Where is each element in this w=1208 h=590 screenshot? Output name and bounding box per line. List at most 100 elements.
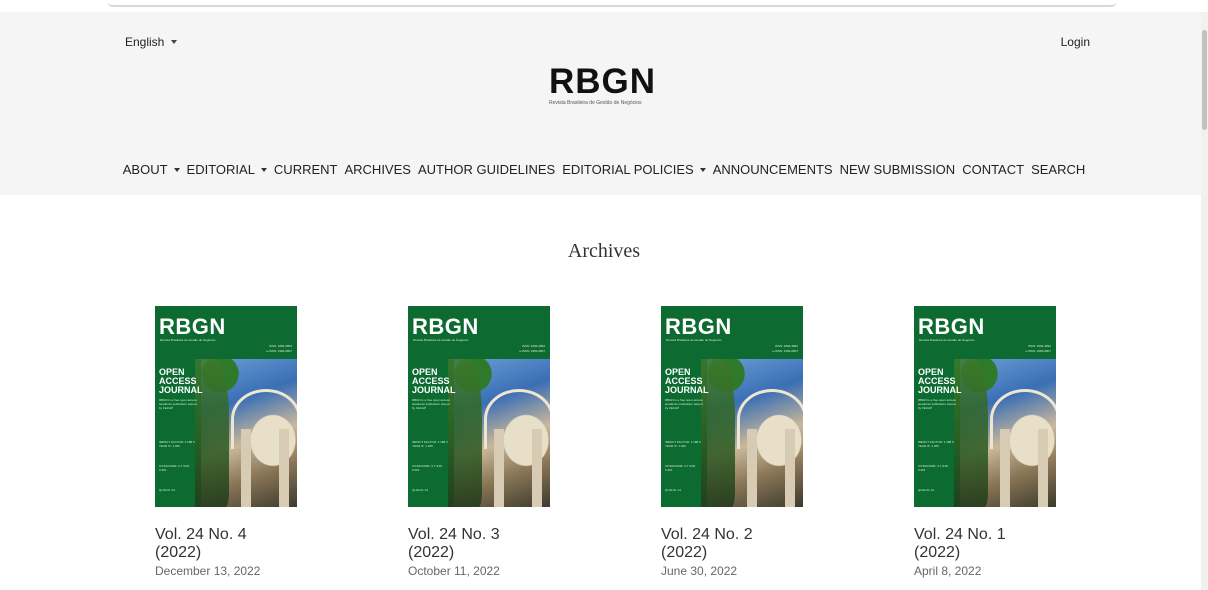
cover-publisher-note: RBGN is a free open access academic publ… [412, 398, 450, 410]
cover-qualis: QUALIS: A1 [159, 488, 176, 492]
cover-issn-print: ISSN: 1806-4892 [521, 344, 545, 348]
cover-photo-column [785, 429, 795, 507]
issue-volume: Vol. 24 No. 1 [914, 526, 1006, 543]
cover-issn-print: ISSN: 1806-4892 [1027, 344, 1051, 348]
nav-item-label: CONTACT [962, 162, 1025, 177]
issue-title-link[interactable]: Vol. 24 No. 4 (2022) [155, 526, 335, 562]
cover-photo [448, 359, 550, 507]
nav-item-contact[interactable]: CONTACT [962, 162, 1024, 177]
cover-qualis: QUALIS: A1 [918, 488, 935, 492]
cover-photo-tree [448, 359, 482, 507]
issue-year: (2022) [408, 544, 455, 561]
cover-title: RBGN [159, 314, 226, 339]
nav-item-label: AUTHOR GUIDELINES [417, 162, 556, 177]
issue-title-link[interactable]: Vol. 24 No. 3 (2022) [408, 526, 588, 562]
nav-item-label: CURRENT [273, 162, 338, 177]
issue-cover-image[interactable]: RBGN Revista Brasileira de Gestão de Neg… [408, 306, 550, 507]
chevron-down-icon [171, 40, 178, 44]
cover-subtitle: Revista Brasileira de Gestão de Negócios [919, 338, 975, 342]
cover-issn-print: ISSN: 1806-4892 [268, 344, 292, 348]
cover-subtitle: Revista Brasileira de Gestão de Negócios [666, 338, 722, 342]
cover-title: RBGN [665, 314, 732, 339]
issue-date: June 30, 2022 [661, 564, 738, 578]
login-link[interactable]: Login [1061, 35, 1090, 49]
nav-item-label: EDITORIAL POLICIES [562, 162, 694, 177]
cover-photo-column [1000, 429, 1010, 507]
nav-item-author-guidelines[interactable]: AUTHOR GUIDELINES [418, 162, 555, 177]
cover-impact-factor: IMPACT FACTOR: 1.188 5 YEAR IF: 1.406 [159, 440, 195, 448]
cover-citescore: CITESCORE: 3.7 SJR: 0.361 [159, 464, 190, 472]
cover-title: RBGN [918, 314, 985, 339]
chevron-down-icon [699, 167, 706, 172]
site-header: English Login RBGN Revista Brasileira de… [0, 12, 1201, 195]
chevron-down-icon [260, 167, 267, 172]
page-title: Archives [567, 240, 641, 262]
chevron-down-icon [173, 167, 180, 172]
cover-photo [195, 359, 297, 507]
site-logo[interactable]: RBGN Revista Brasileira de Gestão de Neg… [549, 62, 669, 106]
cover-citescore: CITESCORE: 3.7 SJR: 0.361 [665, 464, 696, 472]
cover-qualis: QUALIS: A1 [412, 488, 429, 492]
issue-volume: Vol. 24 No. 2 [661, 526, 753, 543]
issue-cover-image[interactable]: RBGN Revista Brasileira de Gestão de Neg… [914, 306, 1056, 507]
nav-item-label: ABOUT [122, 162, 168, 177]
cover-title: RBGN [412, 314, 479, 339]
nav-item-about[interactable]: ABOUT [123, 162, 180, 177]
nav-item-label: NEW SUBMISSION [839, 162, 956, 177]
issue-year: (2022) [661, 544, 708, 561]
cover-impact-factor: IMPACT FACTOR: 1.188 5 YEAR IF: 1.406 [412, 440, 448, 448]
cover-photo-column [532, 429, 542, 507]
nav-item-archives[interactable]: ARCHIVES [344, 162, 410, 177]
nav-item-label: EDITORIAL [186, 162, 255, 177]
issue-year: (2022) [914, 544, 961, 561]
nav-item-announcements[interactable]: ANNOUNCEMENTS [713, 162, 833, 177]
issue-title-link[interactable]: Vol. 24 No. 1 (2022) [914, 526, 1094, 562]
issue-cover-image[interactable]: RBGN Revista Brasileira de Gestão de Neg… [155, 306, 297, 507]
logo-title: RBGN [549, 62, 657, 101]
cover-publisher-note: RBGN is a free open access academic publ… [665, 398, 703, 410]
cover-issn-print: ISSN: 1806-4892 [774, 344, 798, 348]
cover-publisher-note: RBGN is a free open access academic publ… [159, 398, 197, 410]
cover-photo-tree [195, 359, 229, 507]
issue-card: RBGN Revista Brasileira de Gestão de Neg… [155, 306, 335, 578]
cover-issn-online: e-ISSN: 1983-0807 [1025, 349, 1051, 353]
cover-subtitle: Revista Brasileira de Gestão de Negócios [413, 338, 469, 342]
cover-issn-online: e-ISSN: 1983-0807 [772, 349, 798, 353]
issue-volume: Vol. 24 No. 3 [408, 526, 500, 543]
cover-photo-column [279, 429, 289, 507]
scrollbar-thumb[interactable] [1202, 30, 1207, 130]
issue-year: (2022) [155, 544, 202, 561]
issue-cover-image[interactable]: RBGN Revista Brasileira de Gestão de Neg… [661, 306, 803, 507]
cover-open-access: OPEN ACCESS JOURNAL [918, 367, 962, 395]
cover-open-access: OPEN ACCESS JOURNAL [412, 367, 456, 395]
cover-photo-column [1038, 429, 1048, 507]
nav-item-label: ARCHIVES [344, 162, 411, 177]
cover-issn: ISSN: 1806-4892 e-ISSN: 1983-0807 [519, 344, 545, 354]
cover-photo-tree [954, 359, 988, 507]
cover-photo-column [494, 429, 504, 507]
cover-photo-tree [701, 359, 735, 507]
cover-impact-factor: IMPACT FACTOR: 1.188 5 YEAR IF: 1.406 [665, 440, 701, 448]
cover-issn-online: e-ISSN: 1983-0807 [519, 349, 545, 353]
issue-date: October 11, 2022 [408, 564, 500, 578]
issue-date: April 8, 2022 [914, 564, 982, 578]
cover-open-access: OPEN ACCESS JOURNAL [159, 367, 203, 395]
language-selector[interactable]: English [125, 35, 178, 49]
nav-item-editorial[interactable]: EDITORIAL [187, 162, 267, 177]
cover-open-access: OPEN ACCESS JOURNAL [665, 367, 709, 395]
vertical-scrollbar[interactable] [1201, 12, 1208, 590]
language-label: English [125, 35, 165, 49]
cover-issn: ISSN: 1806-4892 e-ISSN: 1983-0807 [772, 344, 798, 354]
cover-impact-factor: IMPACT FACTOR: 1.188 5 YEAR IF: 1.406 [918, 440, 954, 448]
browser-top-edge [107, 0, 1117, 7]
nav-item-current[interactable]: CURRENT [274, 162, 338, 177]
cover-photo [954, 359, 1056, 507]
cover-photo [701, 359, 803, 507]
issue-title-link[interactable]: Vol. 24 No. 2 (2022) [661, 526, 841, 562]
cover-issn-online: e-ISSN: 1983-0807 [266, 349, 292, 353]
cover-subtitle: Revista Brasileira de Gestão de Negócios [160, 338, 216, 342]
nav-item-editorial-policies[interactable]: EDITORIAL POLICIES [562, 162, 706, 177]
nav-item-search[interactable]: SEARCH [1031, 162, 1085, 177]
nav-item-new-submission[interactable]: NEW SUBMISSION [840, 162, 956, 177]
cover-publisher-note: RBGN is a free open access academic publ… [918, 398, 956, 410]
